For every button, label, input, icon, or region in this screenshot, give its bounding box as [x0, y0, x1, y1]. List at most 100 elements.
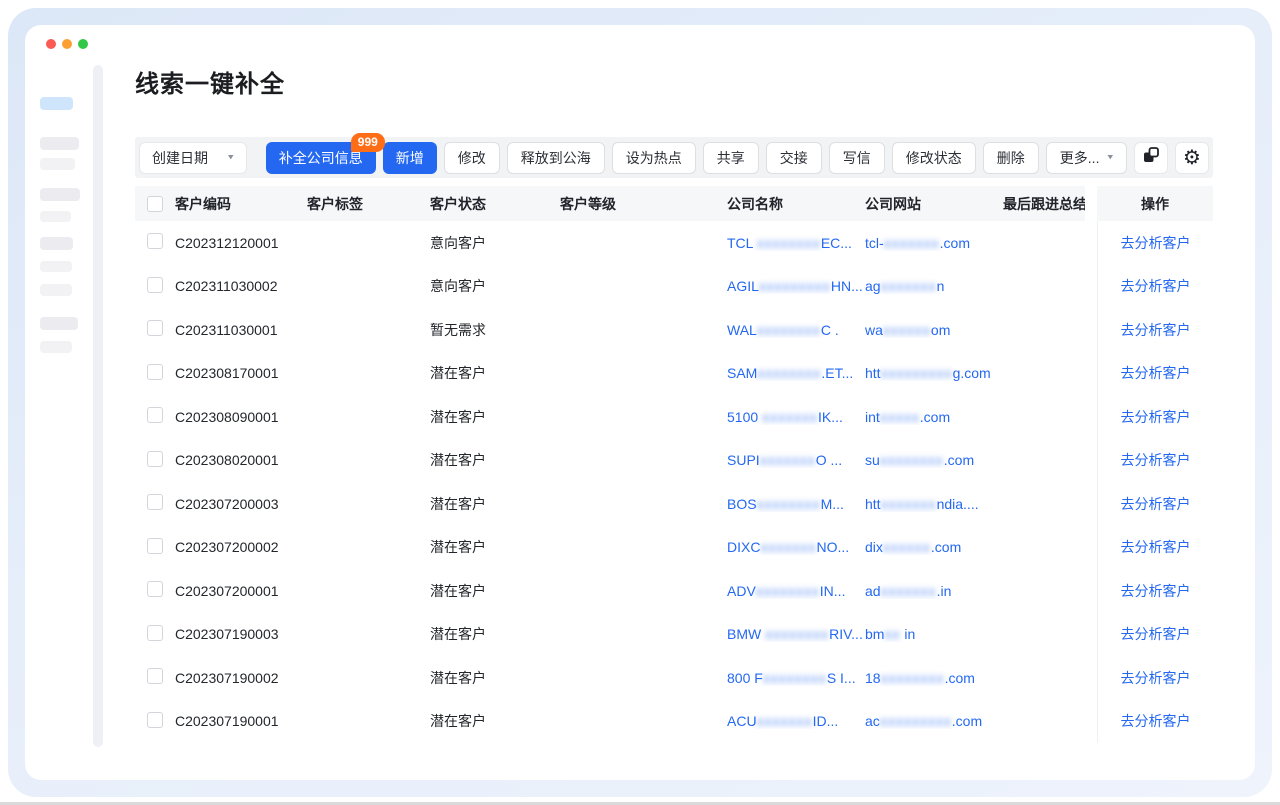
- sidebar-item[interactable]: [40, 341, 72, 353]
- row-checkbox[interactable]: [147, 494, 163, 510]
- company-name-link[interactable]: TCL xxxxxxxxEC...: [727, 235, 865, 251]
- change-status-button[interactable]: 修改状态: [892, 142, 976, 174]
- table-row: C202307200003 潜在客户 BOSxxxxxxxxM... httxx…: [135, 482, 1213, 526]
- add-button[interactable]: 新增: [383, 142, 437, 174]
- cell-customer-code: C202308020001: [175, 452, 307, 468]
- website-visible-prefix: 18: [865, 670, 881, 686]
- company-name-link[interactable]: BOSxxxxxxxxM...: [727, 496, 865, 512]
- sidebar-item[interactable]: [40, 188, 80, 201]
- date-filter-label: 创建日期: [152, 148, 208, 168]
- cell-customer-code: C202308090001: [175, 409, 307, 425]
- company-website-link[interactable]: dixxxxxxx.com: [865, 539, 1003, 555]
- apps-switch-button[interactable]: [1134, 142, 1168, 174]
- company-website-link[interactable]: agxxxxxxxn: [865, 278, 1003, 294]
- row-checkbox[interactable]: [147, 320, 163, 336]
- analyze-customer-link[interactable]: 去分析客户: [1121, 276, 1191, 296]
- row-checkbox[interactable]: [147, 668, 163, 684]
- col-customer-code[interactable]: 客户编码: [175, 186, 307, 221]
- analyze-customer-link[interactable]: 去分析客户: [1121, 711, 1191, 731]
- row-checkbox[interactable]: [147, 712, 163, 728]
- col-customer-level[interactable]: 客户等级: [560, 186, 727, 221]
- row-checkbox[interactable]: [147, 451, 163, 467]
- analyze-customer-link[interactable]: 去分析客户: [1121, 624, 1191, 644]
- company-name-link[interactable]: AGILxxxxxxxxxHN...: [727, 278, 865, 294]
- website-visible-suffix: in: [900, 626, 915, 642]
- more-button[interactable]: 更多... ▾: [1046, 142, 1127, 174]
- cell-customer-status: 潜在客户: [430, 711, 560, 731]
- sidebar-item[interactable]: [40, 237, 73, 250]
- analyze-customer-link[interactable]: 去分析客户: [1121, 233, 1191, 253]
- sidebar-item-active[interactable]: [40, 97, 73, 110]
- analyze-customer-link[interactable]: 去分析客户: [1121, 537, 1191, 557]
- edit-button[interactable]: 修改: [444, 142, 500, 174]
- company-name-link[interactable]: ACUxxxxxxxID...: [727, 713, 865, 729]
- date-filter-select[interactable]: 创建日期 ▾: [139, 142, 247, 174]
- analyze-customer-link[interactable]: 去分析客户: [1121, 363, 1191, 383]
- analyze-customer-link[interactable]: 去分析客户: [1121, 450, 1191, 470]
- company-name-visible-suffix: C .: [821, 322, 839, 338]
- company-website-link[interactable]: suxxxxxxxx.com: [865, 452, 1003, 468]
- row-checkbox[interactable]: [147, 277, 163, 293]
- cell-customer-status: 意向客户: [430, 276, 560, 296]
- company-name-visible-prefix: DIXC: [727, 539, 760, 555]
- sidebar-item[interactable]: [40, 317, 78, 330]
- row-checkbox[interactable]: [147, 407, 163, 423]
- col-company-website[interactable]: 公司网站: [865, 186, 1003, 221]
- company-name-link[interactable]: WALxxxxxxxxC .: [727, 322, 865, 338]
- company-name-link[interactable]: 800 FxxxxxxxxS I...: [727, 670, 865, 686]
- col-followup-summary[interactable]: 最后跟进总结: [1003, 186, 1085, 221]
- company-name-link[interactable]: SUPIxxxxxxxO ...: [727, 452, 865, 468]
- company-website-link[interactable]: httxxxxxxxxxg.com: [865, 365, 1003, 381]
- settings-button[interactable]: ⚙: [1175, 142, 1209, 174]
- maximize-window-button[interactable]: [78, 39, 88, 49]
- share-button[interactable]: 共享: [703, 142, 759, 174]
- set-hotspot-button[interactable]: 设为热点: [612, 142, 696, 174]
- row-checkbox[interactable]: [147, 538, 163, 554]
- company-website-link[interactable]: adxxxxxxx.in: [865, 583, 1003, 599]
- row-checkbox[interactable]: [147, 233, 163, 249]
- company-name-visible-suffix: S I...: [827, 670, 856, 686]
- delete-button[interactable]: 删除: [983, 142, 1039, 174]
- sidebar-item[interactable]: [40, 137, 79, 150]
- company-website-link[interactable]: intxxxxx.com: [865, 409, 1003, 425]
- company-website-link[interactable]: tcl-xxxxxxx.com: [865, 235, 1003, 251]
- analyze-customer-link[interactable]: 去分析客户: [1121, 668, 1191, 688]
- complete-company-info-button[interactable]: 补全公司信息 999: [266, 142, 376, 174]
- select-all-checkbox[interactable]: [147, 196, 163, 212]
- col-customer-status[interactable]: 客户状态: [430, 186, 560, 221]
- handover-button[interactable]: 交接: [766, 142, 822, 174]
- sidebar-item[interactable]: [40, 158, 75, 170]
- analyze-customer-link[interactable]: 去分析客户: [1121, 320, 1191, 340]
- company-website-link[interactable]: acxxxxxxxxx.com: [865, 713, 1003, 729]
- sidebar-item[interactable]: [40, 211, 71, 222]
- sidebar-item[interactable]: [40, 261, 72, 272]
- company-website-link[interactable]: waxxxxxxom: [865, 322, 1003, 338]
- col-customer-tag[interactable]: 客户标签: [307, 186, 430, 221]
- release-to-pool-button[interactable]: 释放到公海: [507, 142, 605, 174]
- company-website-link[interactable]: bmxx in: [865, 626, 1003, 642]
- company-website-link[interactable]: httxxxxxxxndia....: [865, 496, 1003, 512]
- close-window-button[interactable]: [46, 39, 56, 49]
- company-name-link[interactable]: ADVxxxxxxxxIN...: [727, 583, 865, 599]
- table-row: C202307190003 潜在客户 BMW xxxxxxxxRIV... bm…: [135, 613, 1213, 657]
- website-visible-suffix: .com: [945, 670, 975, 686]
- row-checkbox[interactable]: [147, 364, 163, 380]
- company-website-link[interactable]: 18xxxxxxxx.com: [865, 670, 1003, 686]
- website-visible-prefix: htt: [865, 365, 881, 381]
- analyze-customer-link[interactable]: 去分析客户: [1121, 494, 1191, 514]
- analyze-customer-link[interactable]: 去分析客户: [1121, 581, 1191, 601]
- row-checkbox[interactable]: [147, 581, 163, 597]
- table-row: C202308020001 潜在客户 SUPIxxxxxxxO ... suxx…: [135, 439, 1213, 483]
- analyze-customer-link[interactable]: 去分析客户: [1121, 407, 1191, 427]
- col-company-name[interactable]: 公司名称: [727, 186, 865, 221]
- row-checkbox[interactable]: [147, 625, 163, 641]
- website-visible-prefix: tcl-: [865, 235, 884, 251]
- minimize-window-button[interactable]: [62, 39, 72, 49]
- company-name-link[interactable]: SAMxxxxxxxx.ET...: [727, 365, 865, 381]
- write-email-button[interactable]: 写信: [829, 142, 885, 174]
- table-row: C202307200001 潜在客户 ADVxxxxxxxxIN... adxx…: [135, 569, 1213, 613]
- company-name-link[interactable]: BMW xxxxxxxxRIV...: [727, 626, 865, 642]
- company-name-link[interactable]: DIXCxxxxxxxNO...: [727, 539, 865, 555]
- sidebar-item[interactable]: [40, 284, 72, 296]
- company-name-link[interactable]: 5100 xxxxxxxIK...: [727, 409, 865, 425]
